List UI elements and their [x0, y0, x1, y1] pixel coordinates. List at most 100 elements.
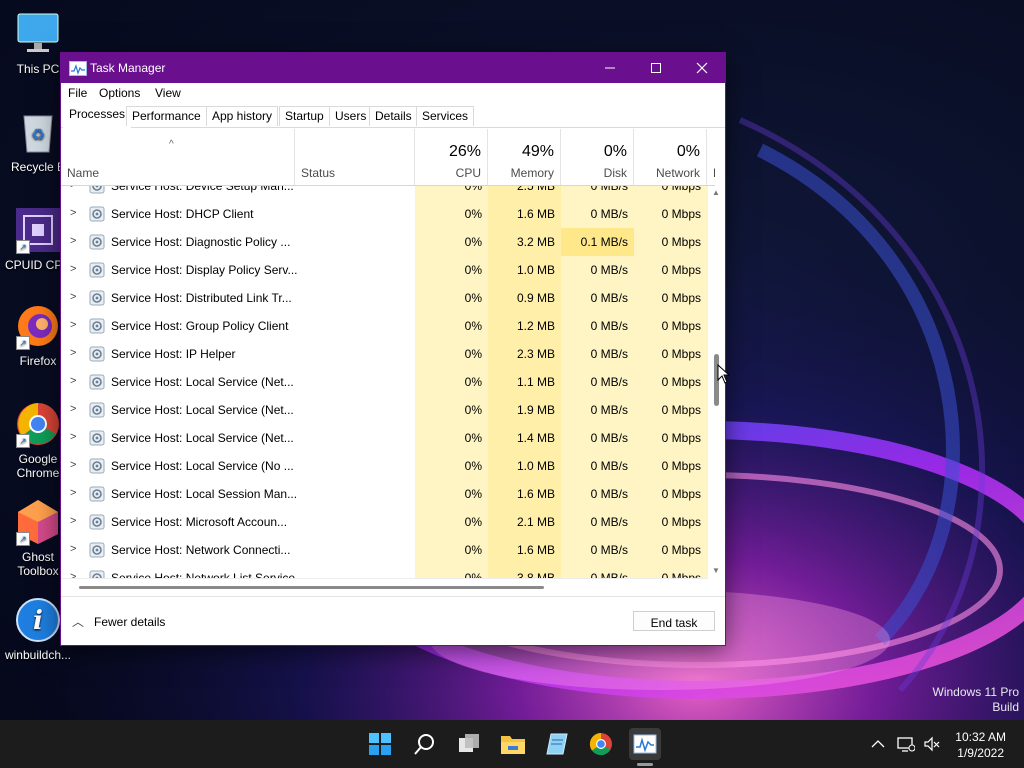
- search-button[interactable]: [409, 728, 441, 760]
- memory-cell: 1.4 MB: [488, 424, 561, 452]
- desktop-icon-label: This PC: [16, 62, 60, 76]
- process-row[interactable]: 0% 3.2 MB 0.1 MB/s 0 Mbps > Service Host: Dia…: [61, 228, 715, 256]
- process-name: Service Host: Local Service (No ...: [111, 459, 294, 473]
- cpu-cell: 0%: [415, 340, 488, 368]
- expand-chevron-icon[interactable]: >: [70, 487, 76, 499]
- network-cell: 0 Mbps: [634, 480, 707, 508]
- chrome-taskbar-button[interactable]: [585, 728, 617, 760]
- expand-chevron-icon[interactable]: >: [70, 186, 76, 191]
- process-name: Service Host: Local Service (Net...: [111, 403, 294, 417]
- network-total-percent: 0%: [676, 143, 700, 160]
- expand-chevron-icon[interactable]: >: [70, 515, 76, 527]
- svg-text:i: i: [33, 606, 43, 636]
- network-cell: 0 Mbps: [634, 256, 707, 284]
- process-row[interactable]: 0% 0.9 MB 0 MB/s 0 Mbps > Service Host: Distr…: [61, 284, 715, 312]
- column-status[interactable]: Status: [295, 129, 415, 185]
- menu-options[interactable]: Options: [99, 86, 140, 100]
- expand-chevron-icon[interactable]: >: [70, 235, 76, 247]
- expand-chevron-icon[interactable]: >: [70, 431, 76, 443]
- column-name[interactable]: Name: [61, 129, 295, 185]
- column-memory[interactable]: 49% Memory: [488, 129, 561, 185]
- cpu-cell: 0%: [415, 312, 488, 340]
- process-name: Service Host: IP Helper: [111, 347, 236, 361]
- expand-chevron-icon[interactable]: >: [70, 347, 76, 359]
- process-row[interactable]: 0% 1.9 MB 0 MB/s 0 Mbps > Service Host: Local…: [61, 396, 715, 424]
- footer: ︿ Fewer details End task: [61, 596, 725, 645]
- active-app-indicator: [637, 763, 653, 766]
- expand-chevron-icon[interactable]: >: [70, 459, 76, 471]
- file-explorer-button[interactable]: [497, 728, 529, 760]
- column-disk[interactable]: 0% Disk: [561, 129, 634, 185]
- shortcut-arrow-icon: ↗: [16, 532, 30, 546]
- process-row[interactable]: 0%2.5 MB0 MB/s0 Mbps > Service Host: Devic…: [61, 186, 715, 200]
- network-icon: [897, 737, 915, 752]
- column-cpu[interactable]: 26% CPU: [415, 129, 488, 185]
- scroll-down-icon[interactable]: ▼: [712, 566, 720, 575]
- disk-cell: 0 MB/s: [561, 508, 634, 536]
- process-name: Service Host: Device Setup Man...: [111, 186, 294, 193]
- chevron-up-icon[interactable]: ︿: [72, 613, 84, 630]
- memory-total-percent: 49%: [521, 143, 554, 160]
- end-task-button[interactable]: End task: [633, 611, 715, 631]
- start-button[interactable]: [364, 728, 396, 760]
- task-view-button[interactable]: [453, 728, 485, 760]
- menu-view[interactable]: View: [155, 86, 181, 100]
- process-row[interactable]: 0% 1.4 MB 0 MB/s 0 Mbps > Service Host: Local…: [61, 424, 715, 452]
- scroll-up-icon[interactable]: ▲: [712, 188, 720, 197]
- minimize-button[interactable]: [587, 53, 633, 83]
- cpu-cell: 0%: [415, 396, 488, 424]
- expand-chevron-icon[interactable]: >: [70, 375, 76, 387]
- volume-tray-icon-button[interactable]: [923, 720, 941, 768]
- tab-details[interactable]: Details: [369, 106, 418, 126]
- menu-file[interactable]: File: [68, 86, 87, 100]
- process-row[interactable]: 0% 1.6 MB 0 MB/s 0 Mbps > Service Host: DHCP …: [61, 200, 715, 228]
- show-hidden-icons-button[interactable]: [871, 720, 885, 768]
- process-row[interactable]: 0% 1.6 MB 0 MB/s 0 Mbps > Service Host: Netwo…: [61, 536, 715, 564]
- process-row[interactable]: 0% 1.6 MB 0 MB/s 0 Mbps > Service Host: Local…: [61, 480, 715, 508]
- horizontal-scrollbar[interactable]: [61, 578, 708, 596]
- clock[interactable]: 10:32 AM 1/9/2022: [955, 729, 1006, 761]
- memory-cell: 1.9 MB: [488, 396, 561, 424]
- tab-performance[interactable]: Performance: [126, 106, 207, 126]
- cpu-cell: 0%: [415, 508, 488, 536]
- process-name: Service Host: Local Session Man...: [111, 487, 298, 501]
- expand-chevron-icon[interactable]: >: [70, 571, 76, 578]
- process-name: Service Host: Diagnostic Policy ...: [111, 235, 291, 249]
- process-row[interactable]: 0% 3.8 MB 0 MB/s 0 Mbps > Service Host: Netwo…: [61, 564, 715, 578]
- expand-chevron-icon[interactable]: >: [70, 319, 76, 331]
- process-row[interactable]: 0% 1.1 MB 0 MB/s 0 Mbps > Service Host: Local…: [61, 368, 715, 396]
- network-cell: 0 Mbps: [634, 452, 707, 480]
- expand-chevron-icon[interactable]: >: [70, 291, 76, 303]
- firefox-icon: ↗: [14, 302, 62, 350]
- process-row[interactable]: 0% 2.3 MB 0 MB/s 0 Mbps > Service Host: IP He…: [61, 340, 715, 368]
- column-network[interactable]: 0% Network: [634, 129, 707, 185]
- tab-app-history[interactable]: App history: [206, 106, 279, 126]
- process-row[interactable]: 0% 1.2 MB 0 MB/s 0 Mbps > Service Host: Group…: [61, 312, 715, 340]
- disk-cell: 0 MB/s: [561, 452, 634, 480]
- expand-chevron-icon[interactable]: >: [70, 207, 76, 219]
- expand-chevron-icon[interactable]: >: [70, 263, 76, 275]
- network-tray-icon-button[interactable]: [897, 720, 915, 768]
- tab-startup[interactable]: Startup: [279, 106, 330, 126]
- expand-chevron-icon[interactable]: >: [70, 543, 76, 555]
- fewer-details-link[interactable]: Fewer details: [94, 615, 165, 629]
- process-row[interactable]: 0% 1.0 MB 0 MB/s 0 Mbps > Service Host: Local…: [61, 452, 715, 480]
- tab-services[interactable]: Services: [416, 106, 475, 126]
- tab-processes[interactable]: Processes: [63, 104, 132, 128]
- cpu-cell: 0%: [415, 186, 488, 200]
- process-row[interactable]: 0% 2.1 MB 0 MB/s 0 Mbps > Service Host: Micro…: [61, 508, 715, 536]
- process-row[interactable]: 0% 1.0 MB 0 MB/s 0 Mbps > Service Host: Displ…: [61, 256, 715, 284]
- shortcut-arrow-icon: ↗: [16, 240, 30, 254]
- watermark-edition: Windows 11 Pro: [932, 685, 1019, 699]
- task-manager-taskbar-button[interactable]: [629, 728, 661, 760]
- cpu-cell: 0%: [415, 424, 488, 452]
- title-bar[interactable]: Task Manager: [61, 53, 725, 83]
- notepad-button[interactable]: [541, 728, 573, 760]
- close-button[interactable]: [679, 53, 725, 83]
- memory-cell: 1.6 MB: [488, 200, 561, 228]
- horizontal-scroll-thumb[interactable]: [79, 586, 544, 589]
- expand-chevron-icon[interactable]: >: [70, 403, 76, 415]
- tab-users[interactable]: Users: [329, 106, 373, 126]
- maximize-button[interactable]: [633, 53, 679, 83]
- column-power[interactable]: Po: [707, 129, 715, 185]
